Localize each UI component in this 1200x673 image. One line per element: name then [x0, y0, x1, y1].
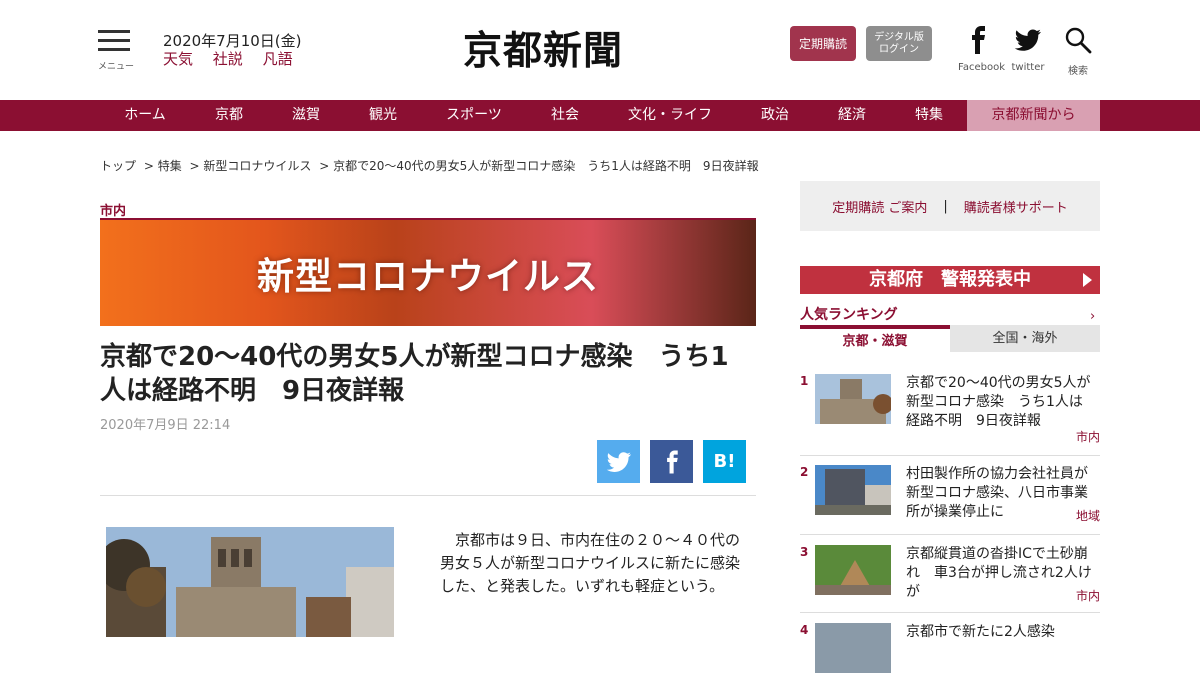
- weather-link[interactable]: 天気: [163, 50, 193, 68]
- ranking-title: 人気ランキング: [800, 307, 898, 323]
- search-label: 検索: [1068, 66, 1088, 77]
- twitter-label: twitter: [1011, 62, 1045, 73]
- search-icon: [1065, 27, 1092, 54]
- share-hatena-button[interactable]: B!: [703, 440, 746, 483]
- article-body: 京都市は９日、市内在住の２０～４０代の男女５人が新型コロナウイルスに新たに感染し…: [440, 531, 741, 595]
- ranking-tag: 地域: [1075, 509, 1100, 523]
- nav-item-kyoto[interactable]: 京都: [199, 100, 259, 131]
- nav-item-home[interactable]: ホーム: [110, 100, 180, 131]
- ranking-tag: 市内: [1075, 589, 1100, 603]
- header-links: 天気 社説 凡語: [163, 48, 308, 69]
- ranking-tab-kyoto-shiga[interactable]: 京都・滋賀: [800, 325, 950, 354]
- support-separator: |: [943, 198, 948, 214]
- nav-item-shiga[interactable]: 滋賀: [276, 100, 336, 131]
- digital-login-button[interactable]: デジタル版 ログイン: [866, 26, 932, 61]
- breadcrumb-top[interactable]: トップ: [100, 159, 136, 173]
- ranking-number: 1: [800, 374, 809, 388]
- ranking-thumbnail: [815, 374, 891, 424]
- main-nav: ホーム 京都 滋賀 観光 スポーツ 社会 文化・ライフ 政治 経済 特集 京都新…: [0, 100, 1200, 131]
- ranking-item[interactable]: 2 村田製作所の協力会社社員が新型コロナ感染、八日市事業所が操業停止に 地域: [800, 465, 1100, 535]
- ranking-thumbnail: [815, 545, 891, 595]
- breadcrumb-coronavirus[interactable]: > 新型コロナウイルス: [190, 159, 312, 173]
- share-twitter-button[interactable]: [597, 440, 640, 483]
- digital-label: デジタル版: [874, 31, 924, 43]
- site-header: メニュー 2020年7月10日(金) 天気 社説 凡語 京都新聞 定期購読 デジ…: [0, 0, 1200, 100]
- menu-label: メニュー: [98, 62, 135, 72]
- ranking-thumbnail: [815, 465, 891, 515]
- breadcrumb-current: > 京都で20～40代の男女5人が新型コロナ感染 うち1人は経路不明 9日夜詳報: [319, 159, 759, 173]
- hatena-bookmark-icon: B!: [713, 451, 736, 472]
- city-hall-photo: [106, 527, 394, 637]
- breadcrumb-features[interactable]: > 特集: [144, 159, 182, 173]
- ranking-title-text: 京都縦貫道の沓掛ICで土砂崩れ 車3台が押し流され2人けが: [906, 546, 1092, 600]
- nav-item-tourism[interactable]: 観光: [352, 100, 414, 131]
- ranking-title-text: 京都市で新たに2人感染: [906, 624, 1055, 640]
- article-date: 2020年7月9日 22:14: [100, 418, 231, 433]
- menu-button[interactable]: メニュー: [98, 30, 135, 72]
- article-divider: [100, 495, 756, 496]
- ranking-number: 3: [800, 545, 809, 559]
- hamburger-icon: [98, 30, 130, 33]
- hamburger-icon-bar: [98, 48, 130, 51]
- article-photo[interactable]: [106, 527, 394, 637]
- facebook-header-button[interactable]: Facebook: [958, 26, 1005, 73]
- ranking-thumbnail: [815, 623, 891, 673]
- nav-item-culture[interactable]: 文化・ライフ: [615, 100, 725, 131]
- editorial-link[interactable]: 社説: [213, 50, 243, 68]
- weather-warning-banner[interactable]: 京都府 警報発表中: [800, 266, 1100, 294]
- ranking-item[interactable]: 3 京都縦貫道の沓掛ICで土砂崩れ 車3台が押し流され2人けが 市内: [800, 545, 1100, 613]
- twitter-icon: [606, 451, 631, 472]
- ranking-tab-national-world[interactable]: 全国・海外: [950, 325, 1100, 352]
- nav-item-sports[interactable]: スポーツ: [434, 100, 514, 131]
- topic-banner[interactable]: 新型コロナウイルス: [100, 218, 756, 326]
- bongo-link[interactable]: 凡語: [263, 50, 293, 68]
- nav-item-society[interactable]: 社会: [535, 100, 595, 131]
- nav-item-from-kyoto-shimbun[interactable]: 京都新聞から: [967, 100, 1100, 131]
- twitter-icon: [1014, 29, 1041, 51]
- nav-item-features[interactable]: 特集: [898, 100, 960, 131]
- ranking-item[interactable]: 4 京都市で新たに2人感染: [800, 623, 1100, 673]
- subscription-info-link[interactable]: 定期購読 ご案内: [832, 197, 927, 216]
- article-category[interactable]: 市内: [100, 200, 126, 219]
- subscription-support-box: 定期購読 ご案内 | 購読者様サポート: [800, 181, 1100, 231]
- nav-item-politics[interactable]: 政治: [745, 100, 805, 131]
- article-title: 京都で20～40代の男女5人が新型コロナ感染 うち1人は経路不明 9日夜詳報: [100, 342, 729, 406]
- topic-banner-text: 新型コロナウイルス: [257, 254, 599, 298]
- ranking-tag: 市内: [1075, 430, 1100, 444]
- login-label: ログイン: [879, 43, 919, 55]
- site-logo[interactable]: 京都新聞: [463, 20, 623, 76]
- ranking-more-chevron-icon[interactable]: ›: [1090, 309, 1095, 324]
- share-facebook-button[interactable]: [650, 440, 693, 483]
- ranking-item[interactable]: 1 京都で20～40代の男女5人が新型コロナ感染 うち1人は経路不明 9日夜詳報…: [800, 374, 1100, 456]
- arrow-right-icon: [1083, 273, 1092, 287]
- facebook-icon: [972, 26, 985, 54]
- ranking-title-text: 村田製作所の協力会社社員が新型コロナ感染、八日市事業所が操業停止に: [906, 466, 1088, 520]
- ranking-title-text: 京都で20～40代の男女5人が新型コロナ感染 うち1人は経路不明 9日夜詳報: [906, 375, 1091, 429]
- weather-warning-text: 京都府 警報発表中: [869, 269, 1031, 290]
- hamburger-icon-bar: [98, 39, 130, 42]
- twitter-header-button[interactable]: twitter: [1011, 26, 1045, 73]
- facebook-label: Facebook: [958, 62, 1005, 73]
- facebook-icon: [666, 450, 678, 473]
- nav-item-economy[interactable]: 経済: [822, 100, 882, 131]
- subscribe-button[interactable]: 定期購読: [790, 26, 856, 61]
- ranking-number: 4: [800, 623, 809, 637]
- ranking-number: 2: [800, 465, 809, 479]
- search-button[interactable]: 検索: [1063, 26, 1093, 77]
- breadcrumb: トップ > 特集 > 新型コロナウイルス > 京都で20～40代の男女5人が新型…: [100, 157, 763, 174]
- subscriber-support-link[interactable]: 購読者様サポート: [964, 197, 1068, 216]
